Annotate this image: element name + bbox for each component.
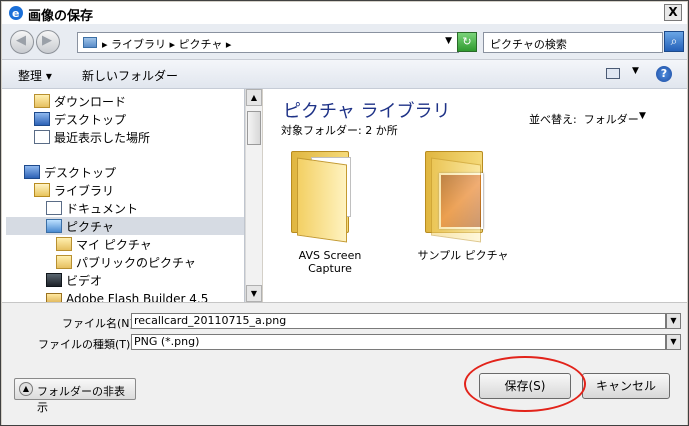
arrange-by-label[interactable]: 並べ替え: フォルダー	[529, 111, 639, 127]
desktop-icon	[34, 112, 50, 126]
folder-label[interactable]: AVS Screen Capture	[285, 249, 375, 275]
nav-item-my-pictures[interactable]: マイ ピクチャ	[56, 235, 236, 253]
scroll-thumb[interactable]	[247, 111, 261, 145]
new-folder-button[interactable]: 新しいフォルダー	[82, 67, 178, 84]
chevron-down-icon[interactable]: ▼	[666, 334, 681, 350]
save-options-panel: ファイル名(N): recallcard_20110715_a.png ▼ ファ…	[2, 302, 687, 425]
folder-sample-pictures[interactable]	[409, 151, 501, 243]
view-options-icon[interactable]	[606, 68, 620, 79]
cancel-button[interactable]: キャンセル	[582, 373, 670, 399]
refresh-button[interactable]: ↻	[457, 32, 477, 52]
nav-item-public-pictures[interactable]: パブリックのピクチャ	[56, 253, 236, 271]
search-input[interactable]: ピクチャの検索	[483, 32, 663, 53]
recent-places-icon	[34, 130, 50, 144]
nav-item-label: ピクチャ	[66, 220, 114, 234]
nav-item-label: パブリックのピクチャ	[76, 256, 196, 270]
filename-label: ファイル名(N):	[62, 317, 138, 330]
forward-button[interactable]: ▶	[36, 30, 60, 54]
filetype-label: ファイルの種類(T):	[38, 338, 135, 351]
collapse-up-icon: ▲	[19, 382, 33, 396]
window-title: 画像の保存	[28, 9, 94, 24]
folder-label[interactable]: サンプル ピクチャ	[413, 249, 513, 262]
nav-item-label: ドキュメント	[66, 202, 139, 216]
folder-icon	[56, 237, 72, 251]
folder-front	[297, 157, 347, 243]
chevron-down-icon[interactable]: ▼	[445, 36, 452, 46]
ie-logo-icon: e	[9, 6, 23, 20]
videos-icon	[46, 273, 62, 287]
folder-icon	[56, 255, 72, 269]
view-dropdown-icon[interactable]: ▼	[632, 66, 639, 76]
address-bar[interactable]: ▸ ライブラリ ▸ ピクチャ ▸ ▼	[77, 32, 459, 53]
folder-front	[431, 157, 481, 243]
arrange-value: フォルダー	[583, 113, 639, 126]
back-arrow-icon: ◀	[16, 33, 26, 48]
nav-item-desktop-root[interactable]: デスクトップ	[24, 163, 234, 181]
nav-item-label: ダウンロード	[54, 95, 127, 109]
command-bar: 整理 ▾ 新しいフォルダー ▼ ?	[2, 60, 687, 89]
svg-text:e: e	[12, 7, 19, 20]
nav-item-desktop[interactable]: デスクトップ	[34, 110, 234, 128]
folder-avs-screen-capture[interactable]	[275, 151, 367, 243]
filename-field[interactable]: recallcard_20110715_a.png	[131, 313, 666, 329]
pictures-icon	[83, 37, 97, 48]
organize-button[interactable]: 整理 ▾	[18, 67, 52, 84]
nav-item-label: デスクトップ	[54, 113, 127, 127]
library-subtitle: 対象フォルダー: 2 か所	[281, 124, 398, 137]
nav-item-downloads[interactable]: ダウンロード	[34, 92, 234, 110]
nav-item-label: Adobe Flash Builder 4.5	[66, 292, 209, 302]
documents-icon	[46, 201, 62, 215]
scroll-up-icon[interactable]: ▲	[246, 89, 262, 106]
help-icon[interactable]: ?	[656, 66, 672, 82]
nav-item-libraries[interactable]: ライブラリ	[34, 181, 234, 199]
address-bar-row: ◀ ▶ ▸ ライブラリ ▸ ピクチャ ▸ ▼ ↻ ピクチャの検索 ⌕	[2, 24, 687, 60]
nav-item-videos[interactable]: ビデオ	[46, 271, 236, 289]
library-title: ピクチャ ライブラリ	[283, 101, 451, 122]
nav-item-documents[interactable]: ドキュメント	[46, 199, 236, 217]
nav-item-label: デスクトップ	[44, 166, 117, 180]
annotation-highlight-ring	[464, 356, 586, 412]
navigation-pane: ダウンロード デスクトップ 最近表示した場所 デスクトップ ライブラリ ドキュメ…	[2, 89, 245, 302]
breadcrumb[interactable]: ▸ ライブラリ ▸ ピクチャ ▸	[102, 36, 231, 52]
navigation-scrollbar[interactable]: ▲ ▼	[245, 89, 262, 302]
nav-item-label: ライブラリ	[54, 184, 115, 198]
filetype-select[interactable]: PNG (*.png)	[131, 334, 666, 350]
nav-item-label: 最近表示した場所	[54, 131, 151, 145]
arrange-label: 並べ替え:	[529, 113, 577, 126]
scroll-down-icon[interactable]: ▼	[246, 285, 262, 302]
arrange-dropdown-icon[interactable]: ▼	[639, 111, 646, 121]
folder-icon	[46, 293, 62, 302]
nav-item-flash-builder[interactable]: Adobe Flash Builder 4.5	[46, 291, 236, 302]
nav-item-recent-places[interactable]: 最近表示した場所	[34, 128, 234, 146]
search-button[interactable]: ⌕	[664, 31, 684, 52]
nav-item-label: マイ ピクチャ	[76, 238, 152, 252]
hide-folders-button[interactable]: ▲ フォルダーの非表示	[14, 378, 136, 414]
save-image-dialog: e 画像の保存 X ◀ ▶ ▸ ライブラリ ▸ ピクチャ ▸ ▼ ↻ ピクチャの…	[0, 0, 689, 426]
search-icon: ⌕	[670, 34, 678, 48]
desktop-icon	[24, 165, 40, 179]
title-bar: e 画像の保存 X	[2, 2, 687, 24]
nav-item-pictures[interactable]: ピクチャ	[6, 217, 244, 235]
download-folder-icon	[34, 94, 50, 108]
search-placeholder: ピクチャの検索	[490, 38, 567, 51]
nav-item-label: ビデオ	[66, 274, 103, 288]
pictures-icon	[46, 219, 62, 233]
file-list-pane: ピクチャ ライブラリ 対象フォルダー: 2 か所 並べ替え: フォルダー ▼ A…	[263, 89, 687, 302]
forward-arrow-icon: ▶	[42, 33, 52, 48]
back-button[interactable]: ◀	[10, 30, 34, 54]
chevron-down-icon[interactable]: ▼	[666, 313, 681, 329]
hide-folders-label: フォルダーの非表示	[37, 385, 125, 414]
library-icon	[34, 183, 50, 197]
close-button[interactable]: X	[664, 4, 682, 21]
